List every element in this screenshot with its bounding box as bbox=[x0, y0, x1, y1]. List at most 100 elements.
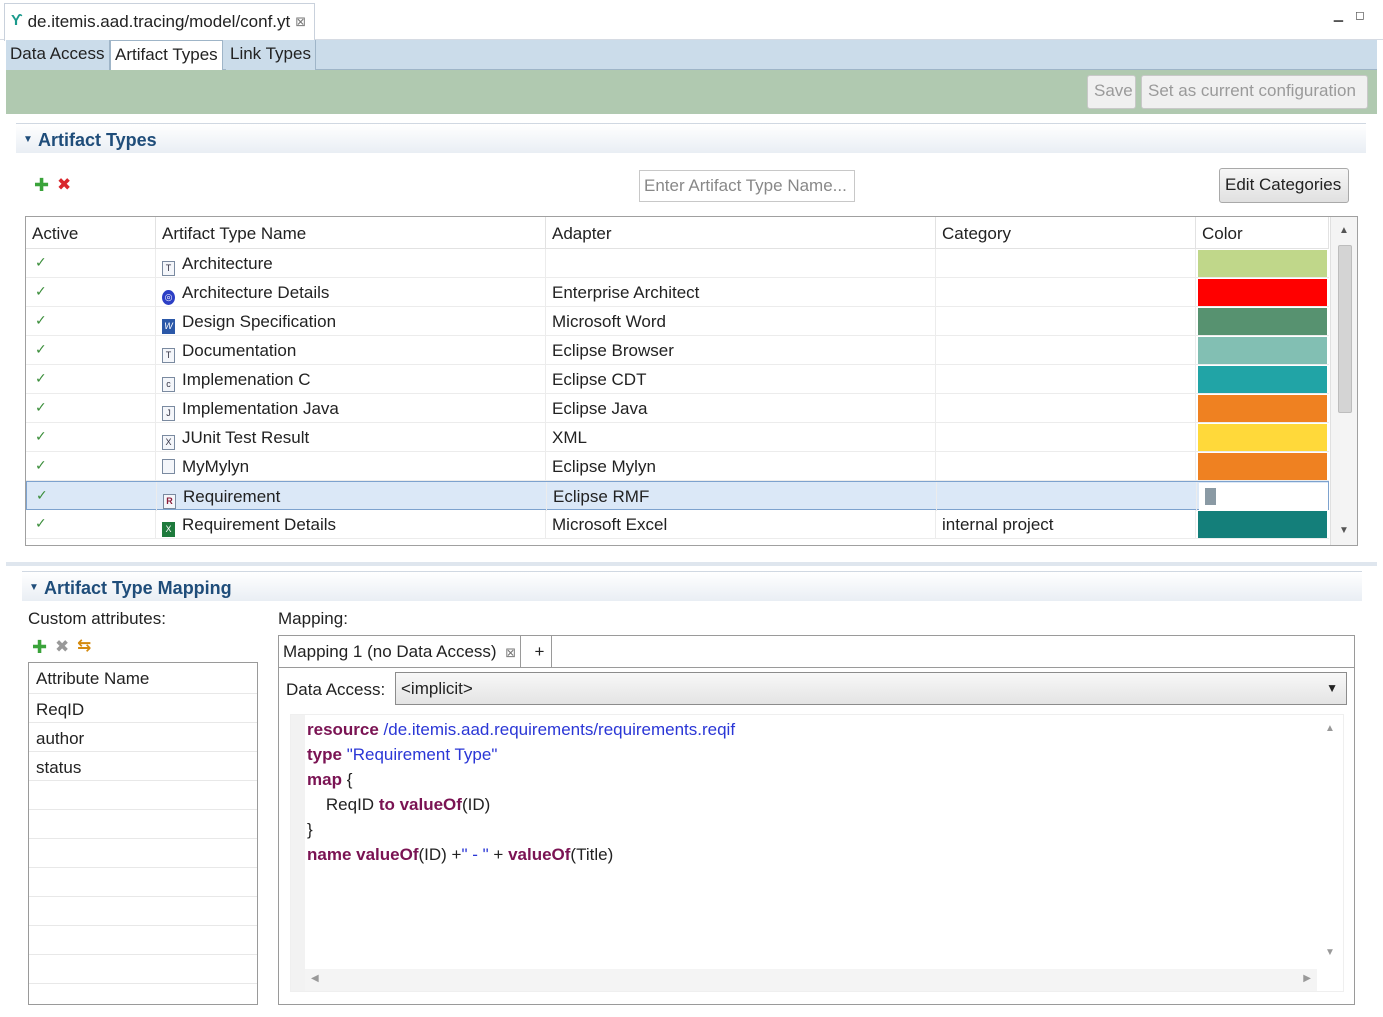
column-header[interactable]: Category bbox=[936, 217, 1196, 249]
color-swatch[interactable] bbox=[1198, 279, 1327, 306]
active-check-icon[interactable]: ✓ bbox=[27, 482, 157, 511]
table-row[interactable]: ✓ X JUnit Test Result XML bbox=[26, 423, 1329, 452]
scroll-up-icon[interactable]: ▲ bbox=[1339, 225, 1349, 236]
mylyn-task-icon bbox=[162, 459, 175, 474]
table-row[interactable]: ✓ c Implemenation C Eclipse CDT bbox=[26, 365, 1329, 394]
category-cell bbox=[936, 423, 1196, 452]
keyword: to bbox=[378, 795, 395, 814]
delete-attribute-icon[interactable]: ✖ bbox=[55, 637, 69, 657]
code-text: (ID) bbox=[461, 795, 491, 814]
editor-vertical-scrollbar[interactable]: ▲ ▼ bbox=[1317, 715, 1343, 969]
color-swatch[interactable] bbox=[1198, 453, 1327, 480]
tab-artifact-types[interactable]: Artifact Types bbox=[110, 40, 223, 71]
color-swatch[interactable] bbox=[1198, 250, 1327, 277]
adapter-cell bbox=[546, 249, 936, 278]
active-check-icon[interactable]: ✓ bbox=[26, 510, 156, 539]
reqif-file-icon: R bbox=[163, 494, 176, 509]
artifact-type-search-input[interactable]: Enter Artifact Type Name... bbox=[639, 170, 855, 202]
color-picker-button[interactable] bbox=[1205, 488, 1216, 505]
tab-mapping-1[interactable]: Mapping 1 (no Data Access) ⊠ bbox=[279, 636, 522, 667]
artifact-type-name: Design Specification bbox=[182, 312, 337, 331]
column-header[interactable]: Color bbox=[1196, 217, 1329, 249]
tab-data-access[interactable]: Data Access bbox=[6, 40, 110, 70]
column-header[interactable]: Active bbox=[26, 217, 156, 249]
mapping-code-editor[interactable]: resource /de.itemis.aad.requirements/req… bbox=[290, 714, 1344, 992]
section-divider-sash[interactable] bbox=[6, 562, 1377, 566]
edit-categories-button[interactable]: Edit Categories bbox=[1219, 168, 1349, 203]
scroll-left-icon[interactable]: ◀ bbox=[311, 973, 319, 984]
artifact-type-name: Documentation bbox=[182, 341, 297, 360]
add-icon[interactable]: ✚ bbox=[34, 175, 49, 196]
table-row[interactable]: ✓ ◎ Architecture Details Enterprise Archi… bbox=[26, 278, 1329, 307]
color-swatch[interactable] bbox=[1198, 366, 1327, 393]
active-check-icon[interactable]: ✓ bbox=[26, 452, 156, 481]
editor-gutter bbox=[291, 715, 305, 991]
table-row[interactable]: ✓ T Architecture bbox=[26, 249, 1329, 278]
attribute-row[interactable]: ReqID bbox=[29, 694, 257, 723]
close-icon[interactable]: ⊠ bbox=[295, 14, 306, 30]
artifact-type-name: JUnit Test Result bbox=[182, 428, 310, 447]
color-picker-cell[interactable] bbox=[1199, 483, 1328, 510]
attribute-row[interactable]: status bbox=[29, 752, 257, 781]
column-header[interactable]: Adapter bbox=[546, 217, 936, 249]
active-check-icon[interactable]: ✓ bbox=[26, 394, 156, 423]
swap-attributes-icon[interactable]: ⇆ bbox=[77, 636, 91, 656]
color-swatch[interactable] bbox=[1198, 395, 1327, 422]
editor-tab[interactable]: ϒ de.itemis.aad.tracing/model/conf.yt ⊠ bbox=[4, 3, 316, 41]
keyword: map bbox=[307, 770, 342, 789]
color-swatch[interactable] bbox=[1198, 337, 1327, 364]
active-check-icon[interactable]: ✓ bbox=[26, 336, 156, 365]
code-text: { bbox=[341, 770, 353, 789]
attribute-column-header[interactable]: Attribute Name bbox=[29, 663, 257, 694]
tab-link-types[interactable]: Link Types bbox=[226, 40, 316, 70]
active-check-icon[interactable]: ✓ bbox=[26, 423, 156, 452]
artifact-types-section-header[interactable]: ▼ Artifact Types bbox=[16, 123, 1366, 153]
editor-title-bar: ϒ de.itemis.aad.tracing/model/conf.yt ⊠ … bbox=[0, 0, 1383, 41]
keyword: valueOf bbox=[394, 795, 462, 814]
keyword: resource bbox=[307, 720, 379, 739]
table-row[interactable]: ✓ MyMylyn Eclipse Mylyn bbox=[26, 452, 1329, 481]
delete-icon[interactable]: ✖ bbox=[57, 175, 71, 195]
attribute-row-empty bbox=[29, 926, 257, 955]
artifact-type-name: Architecture bbox=[182, 254, 273, 273]
column-header[interactable]: Artifact Type Name bbox=[156, 217, 546, 249]
mapping-section-header[interactable]: ▼ Artifact Type Mapping bbox=[22, 571, 1362, 601]
active-check-icon[interactable]: ✓ bbox=[26, 278, 156, 307]
scroll-down-icon[interactable]: ▼ bbox=[1339, 525, 1349, 536]
artifact-type-name: Requirement Details bbox=[182, 515, 337, 534]
table-row[interactable]: ✓ X Requirement Details Microsoft Excel i… bbox=[26, 510, 1329, 539]
editor-horizontal-scrollbar[interactable]: ◀ ▶ bbox=[305, 969, 1317, 991]
table-row[interactable]: ✓ T Documentation Eclipse Browser bbox=[26, 336, 1329, 365]
set-current-configuration-button[interactable]: Set as current configuration bbox=[1141, 75, 1368, 109]
table-vertical-scrollbar[interactable]: ▲ ▼ bbox=[1330, 217, 1357, 545]
maximize-icon[interactable]: ◻ bbox=[1355, 8, 1365, 22]
data-access-select[interactable]: <implicit> ▼ bbox=[395, 672, 1347, 705]
add-mapping-tab[interactable]: + bbox=[528, 636, 552, 667]
table-row[interactable]: ✓ W Design Specification Microsoft Word bbox=[26, 307, 1329, 336]
close-icon[interactable]: ⊠ bbox=[505, 645, 516, 660]
active-check-icon[interactable]: ✓ bbox=[26, 307, 156, 336]
scroll-down-icon[interactable]: ▼ bbox=[1325, 947, 1335, 958]
scroll-right-icon[interactable]: ▶ bbox=[1303, 973, 1311, 984]
model-file-icon: ϒ bbox=[11, 12, 23, 29]
active-check-icon[interactable]: ✓ bbox=[26, 249, 156, 278]
artifact-type-name: MyMylyn bbox=[182, 457, 250, 476]
save-button[interactable]: Save bbox=[1087, 75, 1136, 109]
color-swatch[interactable] bbox=[1198, 424, 1327, 451]
category-cell bbox=[937, 482, 1197, 511]
collapse-icon[interactable]: ▼ bbox=[23, 134, 33, 145]
table-row[interactable]: ✓ J Implementation Java Eclipse Java bbox=[26, 394, 1329, 423]
mapping-tab-label: Mapping 1 (no Data Access) bbox=[283, 642, 497, 661]
scroll-up-icon[interactable]: ▲ bbox=[1325, 723, 1335, 734]
table-row-selected[interactable]: ✓ R Requirement Eclipse RMF bbox=[26, 481, 1329, 511]
category-cell bbox=[936, 249, 1196, 278]
minimize-icon[interactable]: ▁ bbox=[1334, 8, 1343, 22]
collapse-icon[interactable]: ▼ bbox=[29, 582, 39, 593]
active-check-icon[interactable]: ✓ bbox=[26, 365, 156, 394]
add-attribute-icon[interactable]: ✚ bbox=[32, 637, 47, 658]
color-swatch[interactable] bbox=[1198, 308, 1327, 335]
code-value: /de.itemis.aad.requirements/requirements… bbox=[378, 720, 736, 739]
scrollbar-thumb[interactable] bbox=[1338, 245, 1352, 413]
color-swatch[interactable] bbox=[1198, 511, 1327, 538]
attribute-row[interactable]: author bbox=[29, 723, 257, 752]
